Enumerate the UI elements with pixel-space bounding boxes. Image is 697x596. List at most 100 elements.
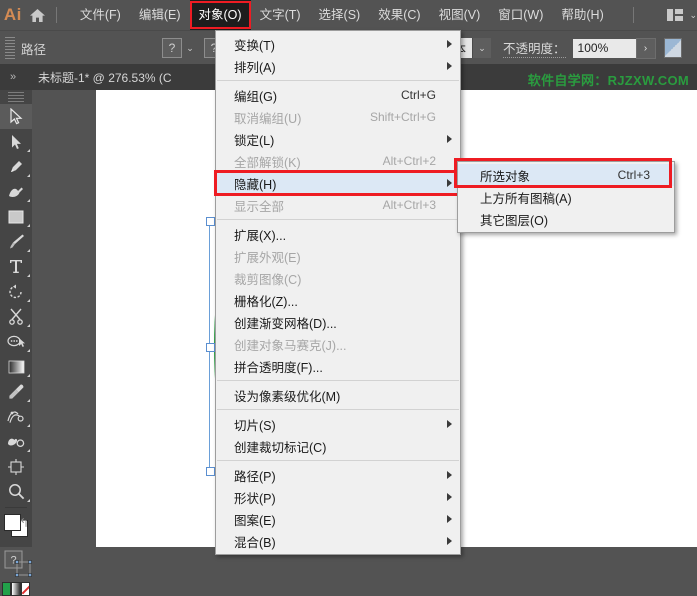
menu-bar: Ai 文件(F) 编辑(E) 对象(O) 文字(T) 选择(S) 效果(C) 视… — [0, 0, 697, 30]
menu-separator — [217, 460, 459, 461]
menuitem-crop-image: 裁剪图像(C) — [216, 267, 460, 289]
gradient-button[interactable] — [11, 582, 21, 596]
menuitem-transform[interactable]: 变换(T) — [216, 33, 460, 55]
submenu-item-all-artwork-above[interactable]: 上方所有图稿(A) — [458, 186, 674, 208]
menuitem-hide[interactable]: 隐藏(H) — [214, 170, 462, 196]
menuitem-label: 创建渐变网格(D)... — [234, 316, 337, 331]
menuitem-ungroup: 取消编组(U) Shift+Ctrl+G — [216, 106, 460, 128]
menu-window[interactable]: 窗口(W) — [489, 0, 552, 30]
submenu-arrow-icon — [447, 420, 452, 428]
submenu-item-label: 上方所有图稿(A) — [480, 191, 572, 206]
menuitem-label: 扩展(X)... — [234, 228, 287, 243]
menuitem-label: 变换(T) — [234, 38, 275, 53]
tool-flyout-triangle-icon — [27, 199, 30, 202]
fill-color-swatch[interactable]: ? — [162, 38, 183, 58]
selection-tool[interactable] — [0, 104, 32, 129]
menuitem-make-pixel-perfect[interactable]: 设为像素级优化(M) — [216, 384, 460, 406]
rectangle-tool[interactable] — [0, 204, 32, 229]
menuitem-label: 形状(P) — [234, 491, 276, 506]
submenu-arrow-icon — [447, 179, 452, 187]
scissors-tool[interactable] — [0, 304, 32, 329]
menuitem-arrange[interactable]: 排列(A) — [216, 55, 460, 77]
control-bar-label: 路径 — [21, 42, 47, 57]
menuitem-group[interactable]: 编组(G) Ctrl+G — [216, 84, 460, 106]
submenu-item-label: 所选对象 — [480, 169, 531, 184]
menuitem-slice[interactable]: 切片(S) — [216, 413, 460, 435]
submenu-arrow-icon — [447, 537, 452, 545]
rotate-tool[interactable] — [0, 279, 32, 304]
menuitem-lock[interactable]: 锁定(L) — [216, 128, 460, 150]
type-tool[interactable] — [0, 254, 32, 279]
menuitem-shape[interactable]: 形状(P) — [216, 486, 460, 508]
menu-type[interactable]: 文字(T) — [251, 0, 310, 30]
menu-edit[interactable]: 编辑(E) — [130, 0, 190, 30]
submenu-item-selection[interactable]: 所选对象 Ctrl+3 — [458, 164, 674, 186]
menu-file[interactable]: 文件(F) — [71, 0, 130, 30]
none-button[interactable] — [20, 582, 30, 596]
menuitem-flatten-transparency[interactable]: 拼合透明度(F)... — [216, 355, 460, 377]
menu-view[interactable]: 视图(V) — [430, 0, 490, 30]
color-mode-buttons[interactable] — [2, 582, 30, 596]
eyedropper-tool[interactable] — [0, 379, 32, 404]
opacity-input[interactable]: 100% — [572, 38, 636, 58]
menu-help[interactable]: 帮助(H) — [552, 0, 612, 30]
tool-flyout-triangle-icon — [27, 299, 30, 302]
artboard-tool[interactable] — [0, 454, 32, 479]
menuitem-pattern[interactable]: 图案(E) — [216, 508, 460, 530]
menuitem-path[interactable]: 路径(P) — [216, 464, 460, 486]
menuitem-shortcut: Ctrl+G — [400, 88, 436, 102]
selection-handle[interactable] — [206, 467, 215, 476]
graphic-style-swatch[interactable] — [663, 38, 682, 58]
menu-select[interactable]: 选择(S) — [310, 0, 370, 30]
color-swatch-question-icon[interactable]: ? — [4, 550, 32, 577]
menuitem-unlock-all: 全部解锁(K) Alt+Ctrl+2 — [216, 150, 460, 172]
menuitem-label: 图案(E) — [234, 513, 276, 528]
selection-handle[interactable] — [206, 342, 215, 352]
paintbrush-tool[interactable] — [0, 229, 32, 254]
menuitem-label: 锁定(L) — [234, 133, 275, 148]
color-button[interactable] — [2, 582, 12, 596]
submenu-arrow-icon — [447, 40, 452, 48]
shape-builder-tool[interactable] — [0, 329, 32, 354]
direct-selection-tool[interactable] — [0, 129, 32, 154]
menuitem-expand[interactable]: 扩展(X)... — [216, 223, 460, 245]
home-icon[interactable] — [26, 0, 50, 30]
menuitem-label: 全部解锁(K) — [234, 155, 301, 170]
arrange-documents-button[interactable]: ⌄ — [667, 9, 697, 21]
opacity-more-button[interactable]: › — [635, 37, 656, 59]
control-bar-grip[interactable] — [5, 37, 15, 59]
menuitem-rasterize[interactable]: 栅格化(Z)... — [216, 289, 460, 311]
menuitem-shortcut: Alt+Ctrl+2 — [382, 154, 436, 168]
swap-fill-stroke-icon[interactable]: ↰ — [19, 516, 29, 530]
menuitem-label: 设为像素级优化(M) — [234, 389, 341, 404]
menuitem-show-all: 显示全部 Alt+Ctrl+3 — [216, 194, 460, 216]
zoom-tool[interactable] — [0, 479, 32, 504]
menu-effect[interactable]: 效果(C) — [369, 0, 429, 30]
menuitem-create-gradient-mesh[interactable]: 创建渐变网格(D)... — [216, 311, 460, 333]
menuitem-blend[interactable]: 混合(B) — [216, 530, 460, 552]
tool-flyout-triangle-icon — [27, 449, 30, 452]
submenu-item-other-layers[interactable]: 其它图层(O) — [458, 208, 674, 230]
tool-flyout-triangle-icon — [27, 424, 30, 427]
pen-tool[interactable] — [0, 154, 32, 179]
arrange-documents-icon — [667, 9, 684, 21]
illustrator-window: Ai 文件(F) 编辑(E) 对象(O) 文字(T) 选择(S) 效果(C) 视… — [0, 0, 697, 596]
gradient-tool[interactable] — [0, 354, 32, 379]
expand-panels-icon[interactable]: » — [0, 64, 26, 90]
menuitem-label: 显示全部 — [234, 199, 285, 214]
menuitem-label: 路径(P) — [234, 469, 276, 484]
menuitem-label: 切片(S) — [234, 418, 276, 433]
blend-tool[interactable] — [0, 404, 32, 429]
document-tab[interactable]: 未标题-1* @ 276.53% (C — [26, 64, 184, 90]
symbol-sprayer-tool[interactable] — [0, 429, 32, 454]
selection-handle[interactable] — [206, 217, 215, 226]
curvature-tool[interactable] — [0, 179, 32, 204]
menu-object[interactable]: 对象(O) — [189, 0, 251, 30]
menuitem-label: 栅格化(Z)... — [234, 294, 298, 309]
stroke-profile-dropdown[interactable]: ⌄ — [472, 38, 492, 58]
tools-panel-grip[interactable] — [8, 92, 24, 102]
tool-flyout-triangle-icon — [27, 349, 30, 352]
fill-and-stroke-swatches[interactable]: ↰ — [0, 514, 32, 544]
menuitem-create-trim-marks[interactable]: 创建裁切标记(C) — [216, 435, 460, 457]
fill-chevron-down-icon[interactable]: ⌄ — [182, 39, 198, 57]
